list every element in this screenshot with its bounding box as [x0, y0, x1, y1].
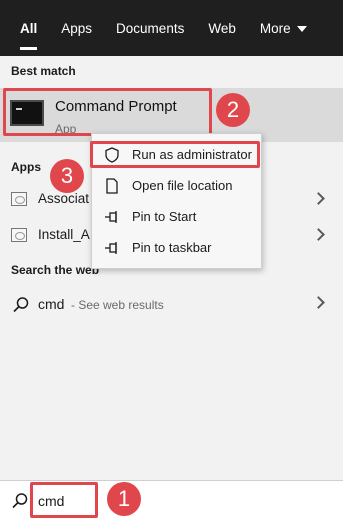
best-match-heading: Best match: [11, 64, 76, 78]
apps-heading: Apps: [11, 160, 41, 174]
menu-item-label: Pin to taskbar: [132, 240, 212, 255]
tab-all-label: All: [20, 20, 38, 36]
command-prompt-icon: [10, 100, 44, 126]
tab-documents[interactable]: Documents: [104, 0, 196, 56]
tab-apps[interactable]: Apps: [49, 0, 104, 56]
menu-item-pin-to-start[interactable]: Pin to Start: [92, 202, 263, 232]
app-label: Associat: [38, 191, 90, 206]
app-icon: [11, 228, 27, 242]
context-menu: Run as administrator Open file location …: [91, 133, 262, 269]
menu-item-label: Run as administrator: [132, 147, 252, 162]
web-query: cmd: [38, 296, 65, 312]
menu-item-run-as-administrator[interactable]: Run as administrator: [92, 140, 263, 170]
menu-item-pin-to-taskbar[interactable]: Pin to taskbar: [92, 233, 263, 263]
search-web-heading: Search the web: [11, 263, 100, 277]
pin-icon: [105, 242, 117, 254]
tab-web-label: Web: [208, 20, 236, 36]
step-badge-2: 2: [216, 93, 250, 127]
chevron-right-icon[interactable]: [312, 296, 325, 309]
tab-more[interactable]: More: [248, 0, 319, 56]
search-box[interactable]: cmd: [0, 480, 343, 520]
web-hint: - See web results: [71, 298, 164, 312]
chevron-right-icon[interactable]: [312, 192, 325, 205]
tab-web[interactable]: Web: [196, 0, 248, 56]
step-badge-1: 1: [107, 482, 141, 516]
tab-more-label: More: [259, 20, 291, 36]
pin-icon: [105, 211, 117, 223]
chevron-right-icon[interactable]: [312, 228, 325, 241]
web-result-row[interactable]: cmd - See web results: [0, 288, 343, 322]
chevron-down-icon: [296, 26, 307, 32]
file-icon: [106, 178, 118, 194]
shield-icon: [105, 147, 119, 163]
search-icon: [13, 297, 29, 313]
app-icon: [11, 192, 27, 206]
best-match-subtitle: App: [55, 122, 77, 136]
best-match-title: Command Prompt: [55, 98, 177, 115]
tab-all[interactable]: All: [8, 0, 49, 56]
step-badge-3: 3: [50, 159, 84, 193]
app-label: Install_A: [38, 227, 90, 242]
search-input[interactable]: cmd: [38, 493, 64, 509]
search-icon: [12, 493, 28, 509]
menu-item-label: Open file location: [132, 178, 233, 193]
menu-item-label: Pin to Start: [132, 209, 197, 224]
menu-item-open-file-location[interactable]: Open file location: [92, 171, 263, 201]
filter-tab-bar: All Apps Documents Web More: [0, 0, 343, 56]
tab-documents-label: Documents: [116, 20, 185, 36]
tab-apps-label: Apps: [61, 20, 93, 36]
